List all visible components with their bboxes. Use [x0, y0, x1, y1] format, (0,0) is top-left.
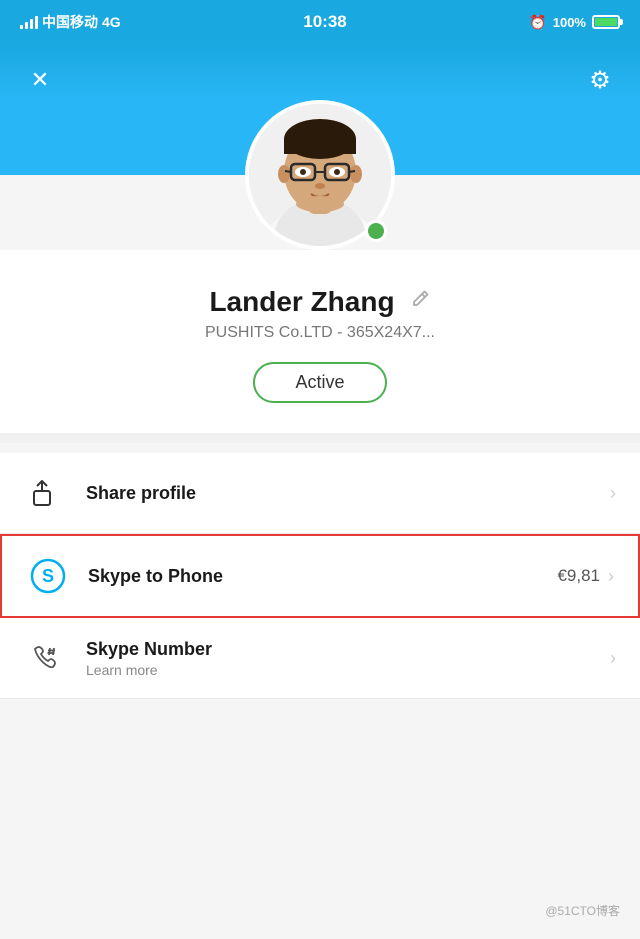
signal-bar-4: [35, 16, 38, 29]
share-profile-text: Share profile: [86, 483, 592, 504]
edit-button[interactable]: [409, 288, 431, 316]
skype-credit-amount: €9,81: [557, 566, 600, 586]
actions-list: Share profile › S Skype to Phone €9,81 ›: [0, 453, 640, 699]
share-profile-item[interactable]: Share profile ›: [0, 453, 640, 534]
skype-chevron: ›: [608, 566, 614, 587]
profile-info: Lander Zhang PUSHITS Co.LTD - 365X24X7..…: [0, 250, 640, 433]
share-svg: [30, 477, 62, 509]
skype-to-phone-text: Skype to Phone: [88, 566, 539, 587]
alarm-icon: ⏰: [529, 14, 546, 31]
skype-number-right: ›: [610, 648, 616, 669]
skype-number-text: Skype Number Learn more: [86, 639, 592, 678]
share-profile-title: Share profile: [86, 483, 592, 504]
battery-icon: [592, 15, 620, 29]
skype-number-subtitle: Learn more: [86, 662, 592, 678]
skype-to-phone-item[interactable]: S Skype to Phone €9,81 ›: [0, 534, 640, 618]
skype-to-phone-right: €9,81 ›: [557, 566, 614, 587]
skype-number-chevron: ›: [610, 648, 616, 669]
svg-text:S: S: [42, 566, 54, 586]
signal-bar-2: [25, 22, 28, 29]
close-button[interactable]: ✕: [20, 60, 60, 100]
status-bar: 中国移动 4G 10:38 ⏰ 100%: [0, 0, 640, 44]
divider-1: [0, 433, 640, 443]
user-name: Lander Zhang: [209, 286, 394, 318]
settings-button[interactable]: ⚙: [580, 60, 620, 100]
status-left: 中国移动 4G: [20, 12, 121, 32]
status-right: ⏰ 100%: [529, 14, 620, 31]
avatar-outer: [0, 100, 640, 250]
skype-icon: S: [26, 554, 70, 598]
carrier-label: 中国移动: [42, 12, 98, 32]
avatar-wrapper: [245, 100, 395, 250]
online-indicator: [365, 220, 387, 242]
battery-indicator: [592, 15, 620, 29]
network-label: 4G: [102, 14, 121, 30]
share-icon: [24, 471, 68, 515]
battery-percent: 100%: [553, 15, 586, 30]
battery-fill: [595, 18, 617, 26]
skype-number-item[interactable]: Skype Number Learn more ›: [0, 618, 640, 699]
signal-bar-3: [30, 19, 33, 29]
share-profile-right: ›: [610, 483, 616, 504]
skype-to-phone-title: Skype to Phone: [88, 566, 539, 587]
phone-hash-icon: [24, 636, 68, 680]
status-time: 10:38: [303, 12, 346, 32]
signal-bar-1: [20, 25, 23, 29]
skype-svg: S: [30, 558, 66, 594]
header-section: ✕ ⚙: [0, 44, 640, 100]
status-badge[interactable]: Active: [253, 362, 386, 403]
watermark: @51CTO博客: [545, 902, 620, 919]
skype-number-title: Skype Number: [86, 639, 592, 660]
company-name: PUSHITS Co.LTD - 365X24X7...: [30, 324, 610, 342]
share-chevron: ›: [610, 483, 616, 504]
name-row: Lander Zhang: [30, 286, 610, 318]
pencil-icon: [409, 288, 431, 310]
signal-bars: [20, 15, 38, 29]
phone-hash-svg: [29, 641, 63, 675]
